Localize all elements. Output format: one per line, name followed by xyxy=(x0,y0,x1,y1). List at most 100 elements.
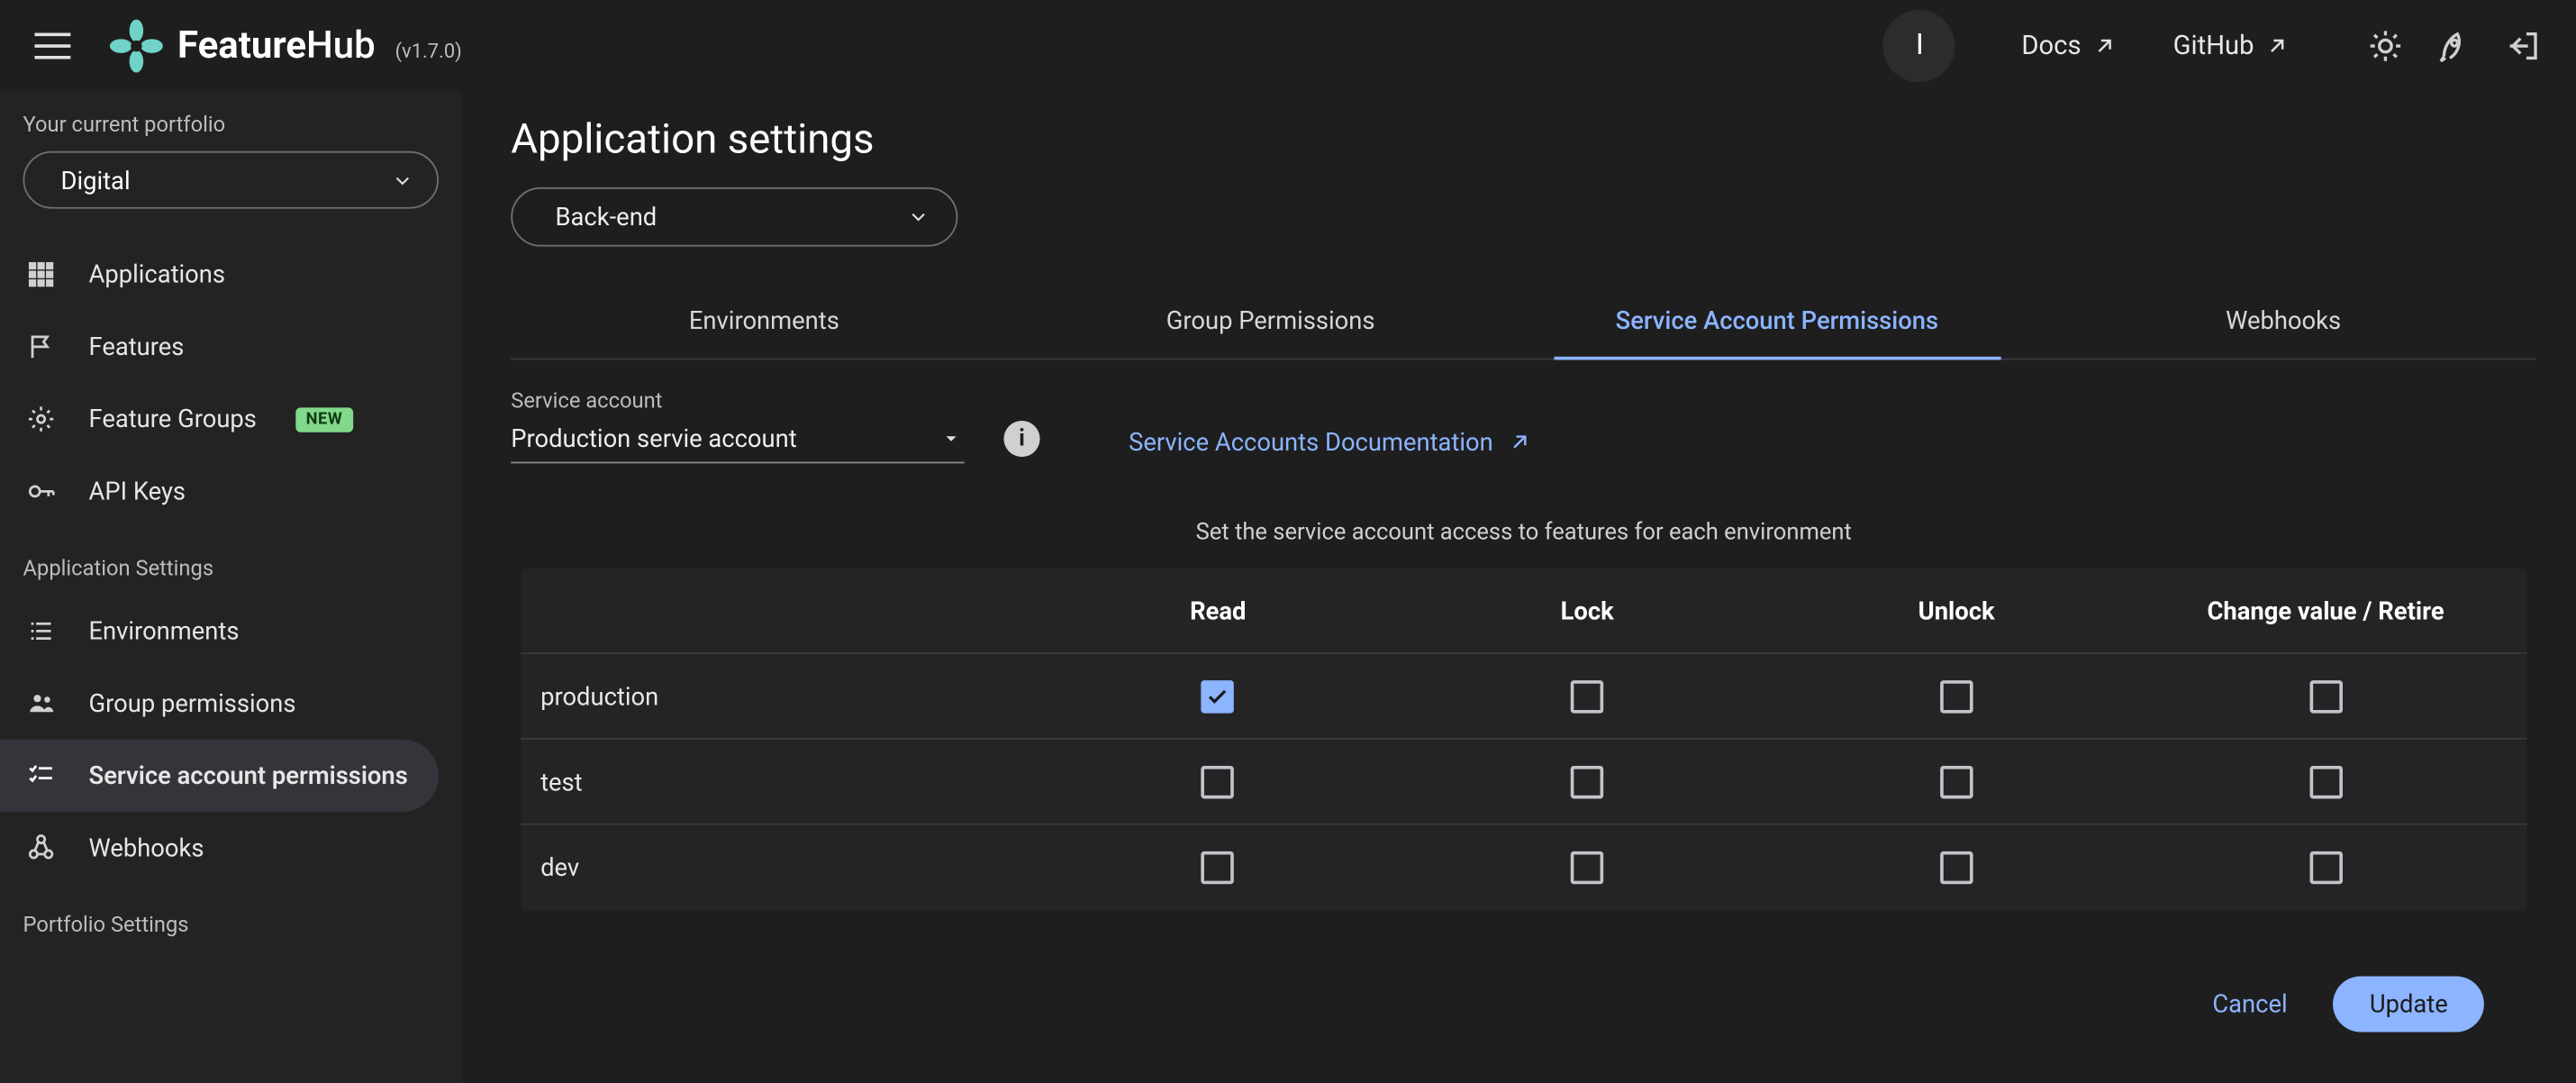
external-link-icon xyxy=(2263,32,2290,59)
logo-icon xyxy=(108,17,164,73)
checkbox-read[interactable] xyxy=(1202,851,1234,884)
chevron-down-icon xyxy=(941,429,961,449)
sidebar-item-label: Webhooks xyxy=(88,833,204,863)
checkbox-read[interactable] xyxy=(1202,679,1234,712)
external-link-icon xyxy=(1506,429,1532,455)
section-portfolio-settings: Portfolio Settings xyxy=(0,884,462,951)
tab-group-permissions[interactable]: Group Permissions xyxy=(1017,283,1523,359)
info-icon[interactable]: i xyxy=(1003,421,1039,457)
checkbox-unlock[interactable] xyxy=(1940,851,1973,884)
sidebar-item-features[interactable]: Features xyxy=(0,311,462,383)
sidebar-item-label: Features xyxy=(88,332,184,361)
rocket-button[interactable] xyxy=(2425,15,2484,75)
table-row: test xyxy=(521,740,2526,825)
checkbox-unlock[interactable] xyxy=(1940,765,1973,797)
link-github-label: GitHub xyxy=(2173,30,2254,61)
new-chip: NEW xyxy=(296,406,353,431)
tab-environments[interactable]: Environments xyxy=(511,283,1017,359)
footer-buttons: Cancel Update xyxy=(511,976,2536,1032)
chevron-down-icon xyxy=(907,205,930,229)
logout-icon xyxy=(2506,27,2542,63)
env-name: production xyxy=(540,681,1033,711)
rocket-icon xyxy=(2436,27,2472,63)
docs-link[interactable]: Service Accounts Documentation xyxy=(1129,427,1532,457)
tab-label: Webhooks xyxy=(2226,305,2341,335)
application-select-value: Back-end xyxy=(556,202,658,232)
link-github[interactable]: GitHub xyxy=(2173,30,2290,61)
sidebar-item-label: API Keys xyxy=(88,477,186,506)
portfolio-select[interactable]: Digital xyxy=(23,151,439,209)
sidebar: Your current portfolio Digital Applicati… xyxy=(0,90,462,1083)
main-panel: Application settings Back-end Environmen… xyxy=(462,90,2576,1083)
avatar[interactable]: I xyxy=(1883,9,1955,81)
checkbox-change[interactable] xyxy=(2309,679,2342,712)
sidebar-item-settings-environments[interactable]: Environments xyxy=(0,595,462,667)
checklist-icon xyxy=(23,761,59,791)
sidebar-item-settings-group-permissions[interactable]: Group permissions xyxy=(0,668,462,740)
sidebar-item-label: Group permissions xyxy=(88,688,295,718)
sidebar-item-label: Service account permissions xyxy=(88,761,407,791)
tab-webhooks[interactable]: Webhooks xyxy=(2030,283,2536,359)
cancel-button[interactable]: Cancel xyxy=(2196,976,2304,1032)
brand-version: (v1.7.0) xyxy=(395,39,462,62)
tab-label: Service Account Permissions xyxy=(1616,305,1938,335)
flag-icon xyxy=(23,332,59,361)
theme-toggle-button[interactable] xyxy=(2356,15,2416,75)
menu-toggle-button[interactable] xyxy=(23,15,83,75)
sidebar-item-api-keys[interactable]: API Keys xyxy=(0,455,462,527)
sidebar-item-label: Feature Groups xyxy=(88,405,256,434)
topbar: FeatureHub (v1.7.0) I Docs GitHub xyxy=(0,0,2576,90)
checkbox-unlock[interactable] xyxy=(1940,679,1973,712)
sun-icon xyxy=(2367,27,2403,63)
checkbox-lock[interactable] xyxy=(1571,851,1603,884)
chevron-down-icon xyxy=(391,168,414,192)
logout-button[interactable] xyxy=(2494,15,2553,75)
brand: FeatureHub (v1.7.0) xyxy=(108,17,461,73)
apps-icon xyxy=(23,259,59,289)
table-row: dev xyxy=(521,825,2526,911)
table-header-row: Read Lock Unlock Change value / Retire xyxy=(521,569,2526,654)
env-name: test xyxy=(540,767,1033,796)
col-unlock: Unlock xyxy=(1772,596,2141,625)
sidebar-item-label: Environments xyxy=(88,616,239,646)
docs-link-label: Service Accounts Documentation xyxy=(1129,427,1493,457)
gear-icon xyxy=(23,405,59,434)
permissions-table: Read Lock Unlock Change value / Retire p… xyxy=(521,569,2526,910)
hamburger-icon xyxy=(34,32,70,59)
tab-label: Group Permissions xyxy=(1166,305,1375,335)
avatar-initial: I xyxy=(1916,28,1924,62)
portfolio-value: Digital xyxy=(60,165,130,195)
col-read: Read xyxy=(1033,596,1402,625)
link-docs-label: Docs xyxy=(2021,30,2081,61)
hint-text: Set the service account access to featur… xyxy=(511,519,2536,545)
external-link-icon xyxy=(2091,32,2117,59)
col-change: Change value / Retire xyxy=(2141,596,2510,625)
sidebar-item-settings-service-account-permissions[interactable]: Service account permissions xyxy=(0,740,439,812)
sidebar-item-applications[interactable]: Applications xyxy=(0,238,462,310)
link-docs[interactable]: Docs xyxy=(2021,30,2117,61)
env-name: dev xyxy=(540,853,1033,883)
list-icon xyxy=(23,616,59,646)
page-title: Application settings xyxy=(511,117,2536,165)
table-row: production xyxy=(521,654,2526,740)
cancel-label: Cancel xyxy=(2212,989,2287,1019)
update-button[interactable]: Update xyxy=(2334,976,2484,1032)
key-icon xyxy=(23,477,59,506)
webhook-icon xyxy=(23,833,59,863)
checkbox-lock[interactable] xyxy=(1571,679,1603,712)
checkbox-lock[interactable] xyxy=(1571,765,1603,797)
update-label: Update xyxy=(2370,989,2448,1019)
tab-service-account-permissions[interactable]: Service Account Permissions xyxy=(1524,283,2030,359)
service-account-value: Production servie account xyxy=(511,424,796,454)
checkbox-change[interactable] xyxy=(2309,765,2342,797)
people-icon xyxy=(23,688,59,718)
checkbox-read[interactable] xyxy=(1202,765,1234,797)
sidebar-item-label: Applications xyxy=(88,259,225,289)
section-application-settings: Application Settings xyxy=(0,527,462,595)
application-select[interactable]: Back-end xyxy=(511,187,957,247)
checkbox-change[interactable] xyxy=(2309,851,2342,884)
sidebar-item-settings-webhooks[interactable]: Webhooks xyxy=(0,812,462,884)
service-account-select[interactable]: Production servie account xyxy=(511,417,964,463)
tab-label: Environments xyxy=(689,305,839,335)
sidebar-item-feature-groups[interactable]: Feature Groups NEW xyxy=(0,383,462,455)
